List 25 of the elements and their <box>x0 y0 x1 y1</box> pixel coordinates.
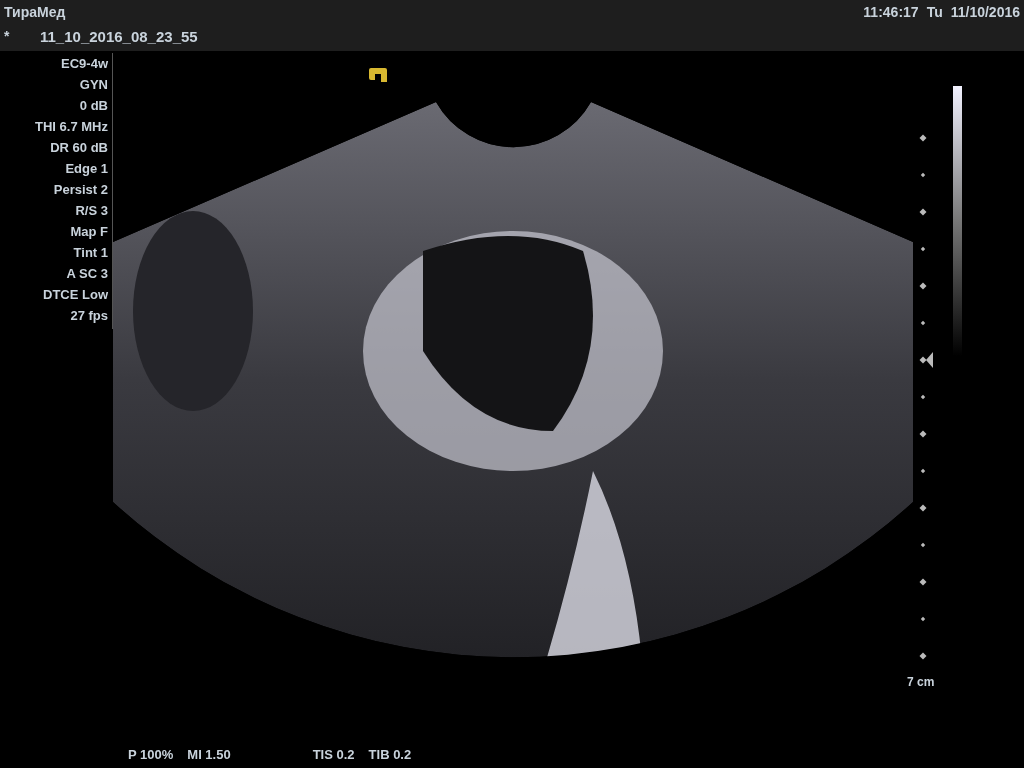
scan-parameter: GYN <box>79 76 108 95</box>
orientation-marker-icon <box>369 68 387 83</box>
scan-parameter: THI 6.7 MHz <box>35 118 108 137</box>
scan-parameter: EC9-4w <box>61 55 108 74</box>
scan-parameter: 0 dB <box>79 97 108 116</box>
unsaved-marker: * <box>4 28 11 44</box>
thermal-reading: TIB 0.2 <box>368 747 412 763</box>
output-reading: MI 1.50 <box>187 747 231 763</box>
thermal-reading: TIS 0.2 <box>312 747 355 763</box>
app-title: ТираМед <box>4 4 66 20</box>
scan-parameter: DTCE Low <box>43 286 108 305</box>
scan-parameter: 27 fps <box>70 307 108 326</box>
scan-parameter: R/S 3 <box>75 202 108 221</box>
clock-day: Tu <box>926 4 943 20</box>
scan-parameter: Map F <box>70 223 108 242</box>
scan-parameter: A SC 3 <box>66 265 108 284</box>
output-reading: P 100% <box>128 747 174 763</box>
clock-date: 11/10/2016 <box>950 4 1020 20</box>
clock-time: 11:46:17 <box>863 4 919 20</box>
scan-parameter: Persist 2 <box>53 181 108 200</box>
scan-parameter: Edge 1 <box>65 160 108 179</box>
scan-parameter: Tint 1 <box>73 244 108 263</box>
scan-parameter: DR 60 dB <box>50 139 108 158</box>
file-name: 11_10_2016_08_23_55 <box>40 27 198 45</box>
depth-label: 7 cm <box>907 675 935 690</box>
